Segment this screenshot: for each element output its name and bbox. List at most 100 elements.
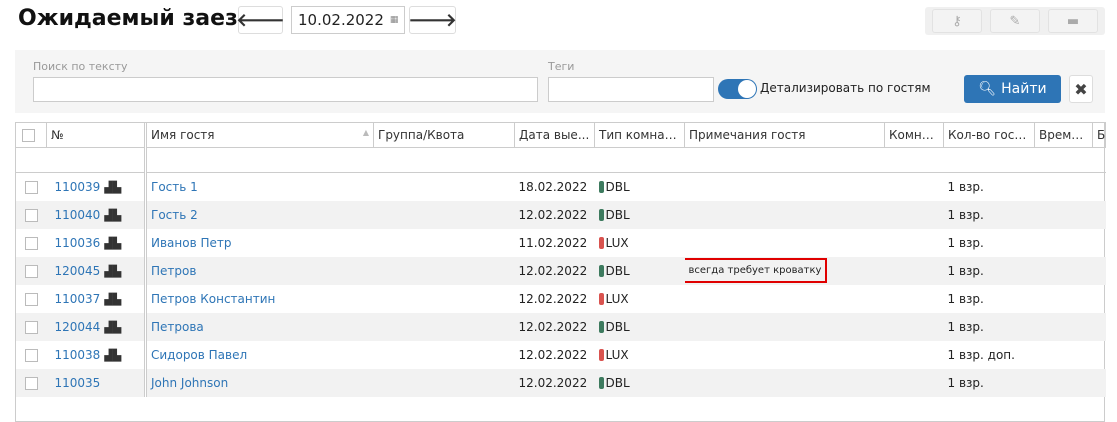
detail-toggle-label: Детализировать по гостям — [760, 81, 931, 95]
col-group[interactable]: Группа/Квота — [373, 122, 515, 148]
select-all[interactable] — [15, 122, 47, 148]
room-cell — [884, 312, 944, 341]
room-type: DBL — [605, 263, 630, 278]
table-row[interactable]: 120045 ▟▙ Петров 12.02.2022 DBL всегда требуе… — [15, 256, 1106, 285]
room-type-color — [598, 348, 604, 361]
filter-row — [15, 147, 1106, 173]
booking-number-link[interactable]: 110036 — [55, 236, 101, 250]
detail-toggle[interactable] — [718, 79, 757, 99]
room-cell — [884, 368, 944, 397]
guest-note: всегда требует кроватку — [684, 258, 828, 283]
booking-number-link[interactable]: 110039 — [55, 180, 101, 194]
room-cell — [885, 173, 944, 201]
group-tree-icon[interactable]: ▟▙ — [104, 237, 121, 250]
row-checkbox[interactable] — [24, 264, 38, 278]
row-checkbox[interactable] — [24, 292, 38, 306]
group-cell — [374, 341, 515, 369]
col-b[interactable]: Б — [1092, 122, 1106, 148]
room-cell — [885, 229, 944, 257]
booking-number-link[interactable]: 110035 — [55, 376, 101, 390]
row-checkbox[interactable] — [24, 208, 38, 222]
room-type-color — [598, 320, 604, 333]
room-type: DBL — [605, 207, 630, 222]
table-row[interactable]: 110039 ▟▙ Гость 1 18.02.2022 DBL 1 взр. — [16, 172, 1106, 201]
col-guest-name-label: Имя гостя — [151, 128, 215, 142]
guest-name-link[interactable]: Петров Константин — [151, 292, 275, 306]
col-guest-name[interactable]: Имя гостя ▲ — [145, 122, 374, 148]
col-departure[interactable]: Дата вые... — [514, 122, 595, 148]
select-all-checkbox[interactable] — [22, 129, 35, 142]
guest-name-link[interactable]: Гость 1 — [151, 180, 198, 194]
group-tree-icon[interactable]: ▟▙ — [104, 293, 121, 306]
room-type: DBL — [605, 319, 630, 334]
booking-number-link[interactable]: 120045 — [55, 264, 101, 278]
row-checkbox[interactable] — [24, 348, 38, 362]
edit-button[interactable]: ✎ — [990, 9, 1040, 33]
guest-name-link[interactable]: Иванов Петр — [151, 236, 232, 250]
table-row[interactable]: 110037 ▟▙ Петров Константин 12.02.2022 LUX 1 … — [16, 284, 1106, 313]
table-row[interactable]: 120044 ▟▙ Петрова 12.02.2022 DBL 1 взр. — [15, 312, 1106, 341]
room-type-color — [598, 180, 604, 193]
group-cell — [374, 173, 515, 201]
group-cell — [373, 312, 515, 341]
departure-date: 18.02.2022 — [518, 179, 588, 194]
row-checkbox[interactable] — [24, 236, 38, 250]
table-row[interactable]: 110035 John Johnson 12.02.2022 DBL 1 взр. — [15, 368, 1106, 397]
next-date-button[interactable]: 🡒 — [408, 6, 457, 34]
departure-date: 12.02.2022 — [514, 256, 595, 285]
row-checkbox[interactable] — [24, 320, 38, 334]
row-checkbox[interactable] — [24, 180, 38, 194]
tags-input[interactable] — [548, 77, 714, 102]
search-icon: 🔍︎ — [978, 81, 997, 97]
group-tree-icon[interactable]: ▟▙ — [104, 265, 121, 278]
room-type: DBL — [605, 179, 630, 194]
table-row[interactable]: 110038 ▟▙ Сидоров Павел 12.02.2022 LUX 1 взр.… — [16, 340, 1106, 369]
clear-button[interactable]: ✖ — [1069, 75, 1093, 103]
booking-number-link[interactable]: 110038 — [55, 348, 101, 362]
col-notes[interactable]: Примечания гостя — [684, 122, 885, 148]
group-tree-icon[interactable]: ▟▙ — [104, 181, 121, 194]
guest-count: 1 взр. — [947, 235, 984, 250]
col-guests[interactable]: Кол-во гост... — [943, 122, 1035, 148]
key-button[interactable]: ⚷ — [932, 9, 982, 33]
group-tree-icon[interactable]: ▟▙ — [104, 209, 121, 222]
col-time[interactable]: Время... — [1034, 122, 1093, 148]
guest-name-link[interactable]: Петров — [151, 264, 196, 278]
guest-count: 1 взр. — [943, 256, 1035, 285]
departure-date: 12.02.2022 — [518, 347, 588, 362]
group-tree-icon[interactable]: ▟▙ — [104, 321, 121, 334]
room-cell — [884, 200, 944, 229]
guest-name-link[interactable]: John Johnson — [151, 376, 228, 390]
col-room[interactable]: Комна... — [884, 122, 944, 148]
prev-date-button[interactable]: 🡐 — [236, 6, 285, 34]
col-number[interactable]: № — [46, 122, 147, 148]
table-row[interactable]: 110036 ▟▙ Иванов Петр 11.02.2022 LUX 1 взр. — [16, 228, 1106, 257]
booking-number-link[interactable]: 120044 — [55, 320, 101, 334]
col-room-type[interactable]: Тип комнаты — [594, 122, 685, 148]
find-label: Найти — [1001, 81, 1047, 97]
find-button[interactable]: 🔍︎ Найти — [964, 75, 1061, 103]
group-cell — [374, 229, 515, 257]
room-type: LUX — [605, 235, 629, 250]
arrow-left-icon: 🡐 — [236, 9, 285, 31]
guest-count: 1 взр. — [943, 312, 1035, 341]
guest-count: 1 взр. доп. — [947, 347, 1015, 362]
group-tree-icon[interactable]: ▟▙ — [104, 349, 121, 362]
table-row[interactable]: 110040 ▟▙ Гость 2 12.02.2022 DBL 1 взр. — [15, 200, 1106, 229]
booking-number-link[interactable]: 110037 — [55, 292, 101, 306]
edit-icon: ✎ — [1009, 13, 1021, 29]
departure-date: 12.02.2022 — [514, 200, 595, 229]
search-input[interactable] — [33, 77, 538, 102]
departure-date: 12.02.2022 — [514, 368, 595, 397]
calendar-icon[interactable]: ▦ — [390, 15, 399, 25]
guest-name-link[interactable]: Петрова — [151, 320, 204, 334]
row-checkbox[interactable] — [24, 376, 38, 390]
room-type: LUX — [605, 291, 629, 306]
booking-number-link[interactable]: 110040 — [55, 208, 101, 222]
bed-icon: ▬ — [1066, 13, 1080, 29]
date-input[interactable]: 10.02.2022 ▦ — [291, 6, 405, 34]
guest-name-link[interactable]: Сидоров Павел — [151, 348, 247, 362]
guest-name-link[interactable]: Гость 2 — [151, 208, 198, 222]
bed-button[interactable]: ▬ — [1048, 9, 1098, 33]
date-value: 10.02.2022 — [298, 11, 384, 29]
